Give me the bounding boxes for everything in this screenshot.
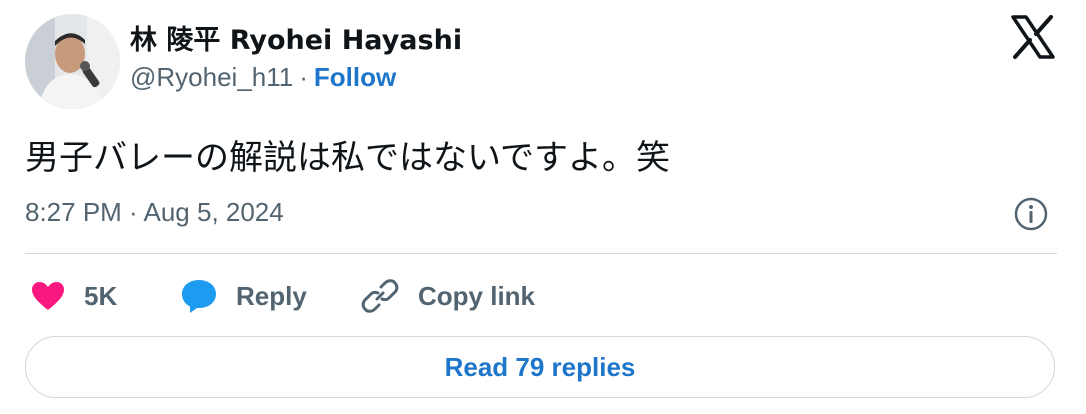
- follow-button[interactable]: Follow: [314, 62, 396, 92]
- x-logo-icon[interactable]: [1010, 14, 1056, 60]
- author-display-name[interactable]: 林 陵平 Ryohei Hayashi: [130, 18, 462, 57]
- heart-icon: [32, 282, 64, 310]
- read-replies-label: Read 79 replies: [444, 351, 636, 382]
- copy-link-button[interactable]: Copy link: [360, 276, 535, 316]
- like-button[interactable]: 5K: [30, 276, 117, 316]
- copy-link-label: Copy link: [418, 280, 536, 311]
- like-count: 5K: [84, 280, 118, 311]
- link-icon: [361, 279, 399, 313]
- tweet-card: 林 陵平 Ryohei Hayashi @Ryohei_h11 · Follow 男…: [0, 0, 1086, 414]
- separator-dot: ·: [299, 62, 308, 92]
- author-handle[interactable]: @Ryohei_h11: [130, 62, 293, 92]
- reply-button[interactable]: Reply: [180, 276, 307, 316]
- avatar-photo: [25, 14, 120, 109]
- info-icon[interactable]: [1013, 196, 1049, 232]
- reply-bubble-icon: [182, 280, 216, 313]
- author-handle-row: @Ryohei_h11 · Follow: [130, 62, 396, 93]
- reply-label: Reply: [236, 280, 307, 311]
- divider: [25, 253, 1057, 254]
- read-replies-button[interactable]: Read 79 replies: [25, 336, 1055, 398]
- tweet-timestamp[interactable]: 8:27 PM · Aug 5, 2024: [25, 197, 284, 228]
- avatar[interactable]: [25, 14, 120, 109]
- tweet-text: 男子バレーの解説は私ではないですよ。笑: [25, 138, 670, 178]
